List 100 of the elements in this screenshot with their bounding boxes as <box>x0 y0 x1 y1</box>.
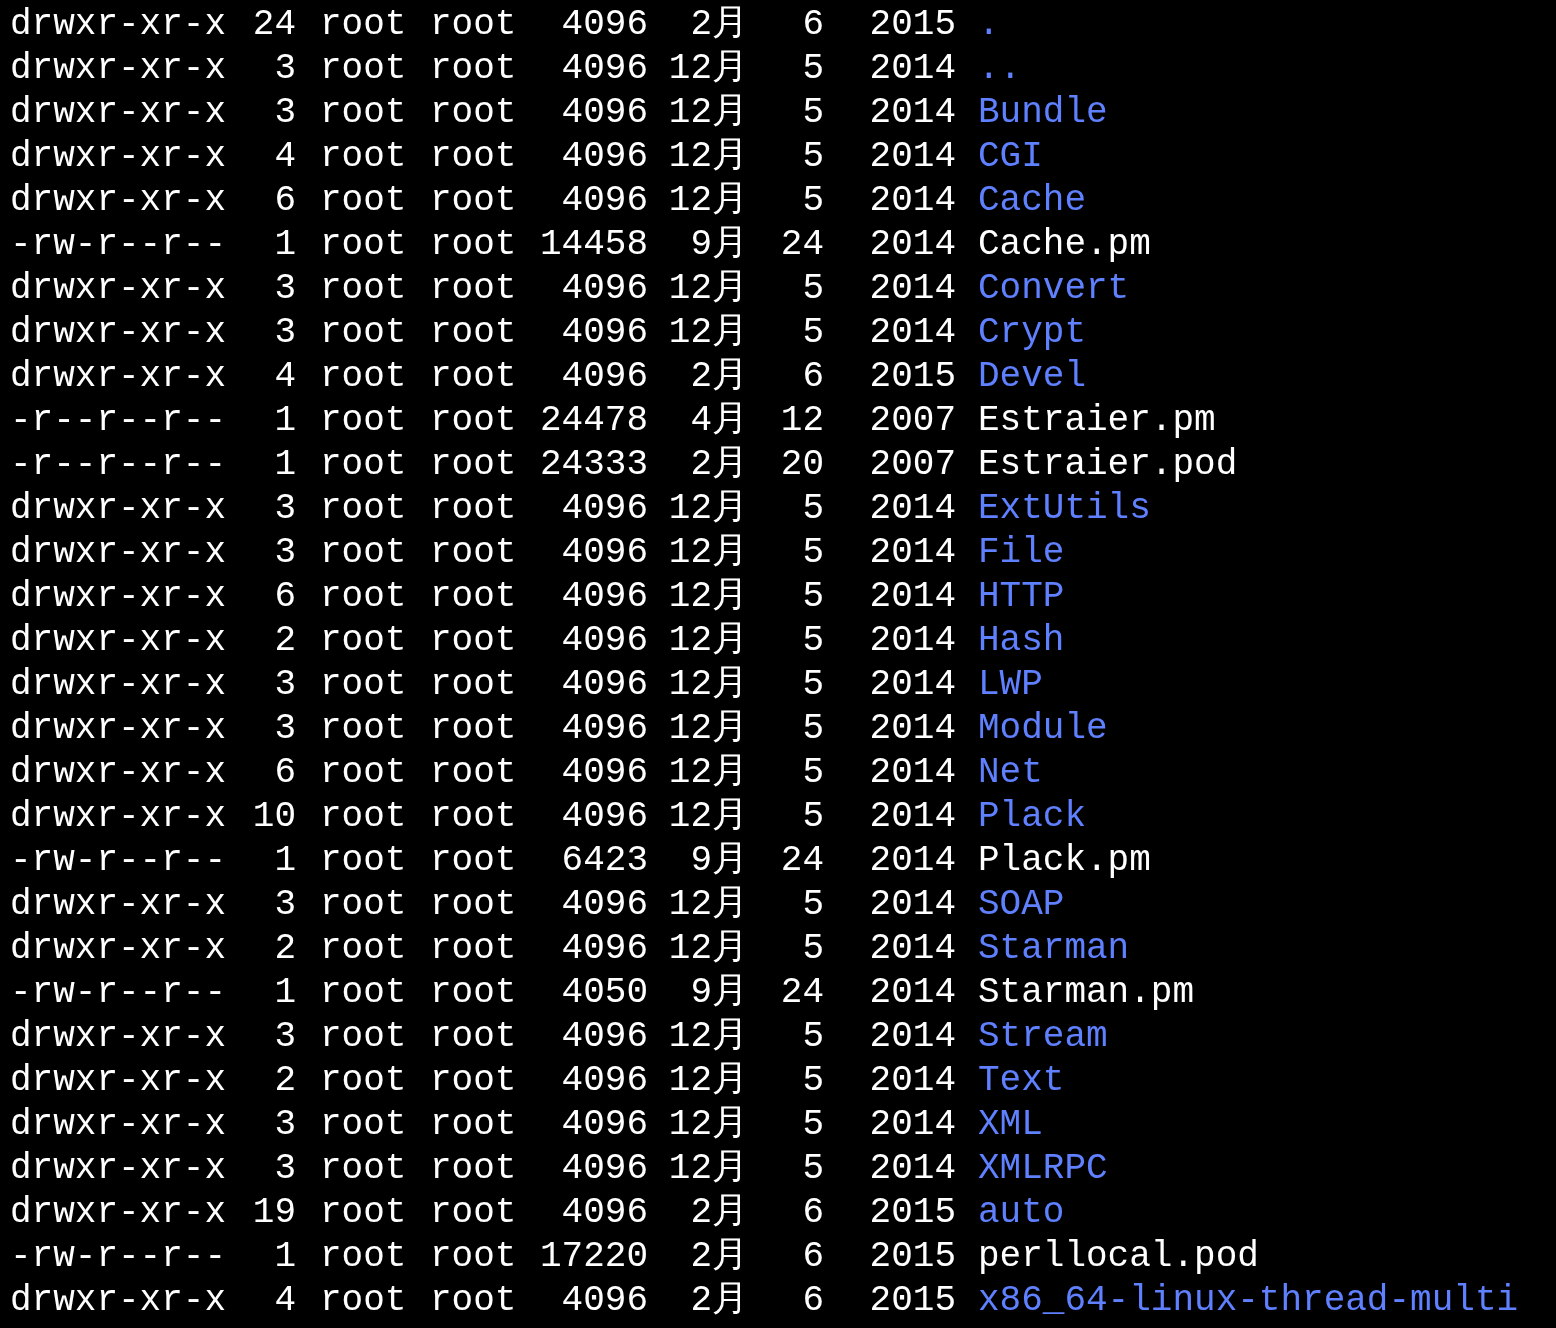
month-text: 2月 <box>689 1279 748 1323</box>
link-count-text: 3 <box>273 883 296 927</box>
owner-text: root <box>319 47 406 91</box>
link-count-text: 3 <box>273 531 296 575</box>
group-text: root <box>429 839 516 883</box>
day-text: 5 <box>801 927 824 971</box>
month-text: 9月 <box>689 971 748 1015</box>
link-count-text: 3 <box>273 487 296 531</box>
group-text: root <box>429 795 516 839</box>
month-text: 2月 <box>689 443 748 487</box>
owner-text: root <box>319 179 406 223</box>
owner-text: root <box>319 1015 406 1059</box>
link-count-text: 3 <box>273 1147 296 1191</box>
day-text: 12 <box>779 399 824 443</box>
permissions-text: drwxr-xr-x <box>10 1147 228 1191</box>
month-text: 12月 <box>667 751 748 795</box>
permissions-text: -rw-r--r-- <box>10 839 228 883</box>
year-text: 2015 <box>868 1235 956 1279</box>
day-text: 6 <box>801 1235 824 1279</box>
day-text: 5 <box>801 135 824 179</box>
year-text: 2014 <box>868 487 956 531</box>
owner-text: root <box>319 1059 406 1103</box>
month-text: 2月 <box>689 1235 748 1279</box>
size-text: 4096 <box>560 1191 648 1235</box>
directory-name: LWP <box>977 663 1044 707</box>
month-text: 12月 <box>667 663 748 707</box>
link-count-text: 4 <box>273 1279 296 1323</box>
permissions-text: drwxr-xr-x <box>10 1279 228 1323</box>
year-text: 2015 <box>868 1279 956 1323</box>
month-text: 12月 <box>667 135 748 179</box>
size-text: 24478 <box>538 399 648 443</box>
size-text: 4096 <box>560 619 648 663</box>
month-text: 12月 <box>667 707 748 751</box>
group-text: root <box>429 751 516 795</box>
year-text: 2014 <box>868 663 956 707</box>
owner-text: root <box>319 751 406 795</box>
month-text: 12月 <box>667 267 748 311</box>
link-count-text: 3 <box>273 707 296 751</box>
file-name: Plack.pm <box>977 839 1152 883</box>
size-text: 4096 <box>560 3 648 47</box>
link-count-text: 19 <box>251 1191 296 1235</box>
group-text: root <box>429 135 516 179</box>
owner-text: root <box>319 399 406 443</box>
permissions-text: drwxr-xr-x <box>10 1059 228 1103</box>
permissions-text: drwxr-xr-x <box>10 663 228 707</box>
year-text: 2014 <box>868 1103 956 1147</box>
size-text: 4096 <box>560 795 648 839</box>
link-count-text: 4 <box>273 355 296 399</box>
month-text: 12月 <box>667 531 748 575</box>
size-text: 4096 <box>560 531 648 575</box>
permissions-text: drwxr-xr-x <box>10 311 228 355</box>
day-text: 5 <box>801 1147 824 1191</box>
owner-text: root <box>319 663 406 707</box>
link-count-text: 6 <box>273 575 296 619</box>
month-text: 12月 <box>667 1059 748 1103</box>
owner-text: root <box>319 839 406 883</box>
link-count-text: 1 <box>273 223 296 267</box>
link-count-text: 3 <box>273 91 296 135</box>
year-text: 2014 <box>868 795 956 839</box>
directory-name: Devel <box>977 355 1088 399</box>
directory-name: x86_64-linux-thread-multi <box>977 1279 1520 1323</box>
link-count-text: 6 <box>273 179 296 223</box>
year-text: 2007 <box>868 443 956 487</box>
group-text: root <box>429 1235 516 1279</box>
month-text: 12月 <box>667 619 748 663</box>
group-text: root <box>429 267 516 311</box>
file-name: Estraier.pm <box>977 399 1217 443</box>
directory-name: Cache <box>977 179 1088 223</box>
year-text: 2014 <box>868 707 956 751</box>
day-text: 6 <box>801 1191 824 1235</box>
link-count-text: 2 <box>273 619 296 663</box>
size-text: 4096 <box>560 179 648 223</box>
group-text: root <box>429 355 516 399</box>
year-text: 2014 <box>868 927 956 971</box>
day-text: 24 <box>779 971 824 1015</box>
group-text: root <box>429 1279 516 1323</box>
day-text: 5 <box>801 487 824 531</box>
day-text: 5 <box>801 707 824 751</box>
file-name: Cache.pm <box>977 223 1152 267</box>
year-text: 2014 <box>868 1059 956 1103</box>
day-text: 6 <box>801 3 824 47</box>
directory-name: File <box>977 531 1066 575</box>
permissions-text: -r--r--r-- <box>10 443 228 487</box>
size-text: 4096 <box>560 1279 648 1323</box>
directory-name: Text <box>977 1059 1066 1103</box>
file-name: perllocal.pod <box>977 1235 1260 1279</box>
size-text: 4096 <box>560 1059 648 1103</box>
size-text: 4096 <box>560 883 648 927</box>
directory-name: CGI <box>977 135 1044 179</box>
year-text: 2014 <box>868 1015 956 1059</box>
permissions-text: drwxr-xr-x <box>10 3 228 47</box>
day-text: 5 <box>801 311 824 355</box>
year-text: 2014 <box>868 267 956 311</box>
year-text: 2014 <box>868 223 956 267</box>
size-text: 4096 <box>560 575 648 619</box>
year-text: 2014 <box>868 91 956 135</box>
directory-name: SOAP <box>977 883 1066 927</box>
permissions-text: -rw-r--r-- <box>10 223 228 267</box>
directory-name: Module <box>977 707 1109 751</box>
month-text: 9月 <box>689 223 748 267</box>
